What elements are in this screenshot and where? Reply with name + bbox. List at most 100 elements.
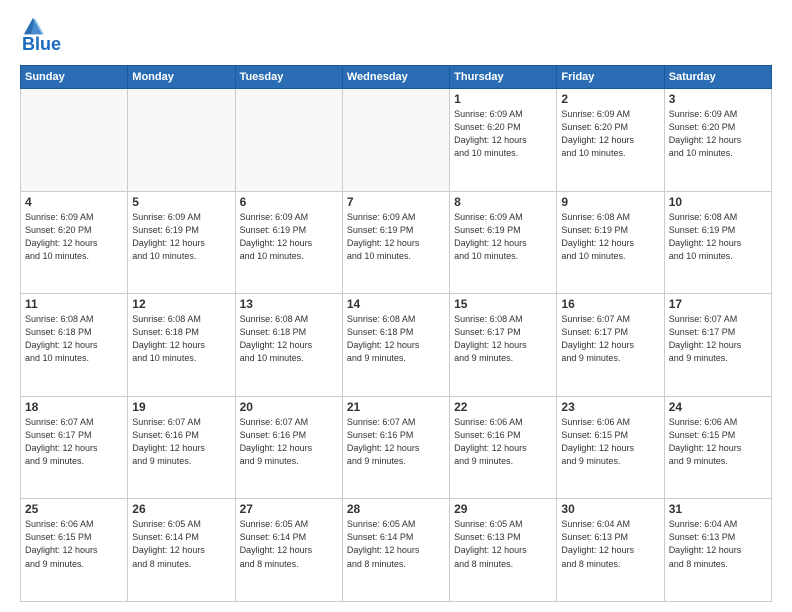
calendar-week: 1 Sunrise: 6:09 AM Sunset: 6:20 PM Daylig… <box>21 89 772 192</box>
calendar-day: 8Sunrise: 6:09 AM Sunset: 6:19 PM Daylig… <box>450 191 557 294</box>
day-info: Sunrise: 6:07 AM Sunset: 6:16 PM Dayligh… <box>132 416 230 468</box>
calendar-day: 16 Sunrise: 6:07 AM Sunset: 6:17 PM Dayli… <box>557 294 664 397</box>
calendar-day: 10 Sunrise: 6:08 AM Sunset: 6:19 PM Dayli… <box>664 191 771 294</box>
calendar-day <box>128 89 235 192</box>
day-number: 3 <box>669 92 767 106</box>
day-info: Sunrise: 6:08 AM Sunset: 6:18 PM Dayligh… <box>240 313 338 365</box>
calendar-day <box>235 89 342 192</box>
calendar-day: 24 Sunrise: 6:06 AM Sunset: 6:15 PM Dayli… <box>664 396 771 499</box>
day-info: Sunrise: 6:09 AM Sunset: 6:20 PM Dayligh… <box>669 108 767 160</box>
logo: Blue <box>20 16 61 55</box>
calendar-day: 21 Sunrise: 6:07 AM Sunset: 6:16 PM Dayli… <box>342 396 449 499</box>
calendar-day: 26Sunrise: 6:05 AM Sunset: 6:14 PM Dayli… <box>128 499 235 602</box>
calendar-day: 17Sunrise: 6:07 AM Sunset: 6:17 PM Dayli… <box>664 294 771 397</box>
day-info: Sunrise: 6:08 AM Sunset: 6:19 PM Dayligh… <box>561 211 659 263</box>
calendar-day: 20Sunrise: 6:07 AM Sunset: 6:16 PM Dayli… <box>235 396 342 499</box>
day-number: 16 <box>561 297 659 311</box>
calendar-day: 23 Sunrise: 6:06 AM Sunset: 6:15 PM Dayli… <box>557 396 664 499</box>
day-info: Sunrise: 6:08 AM Sunset: 6:18 PM Dayligh… <box>132 313 230 365</box>
calendar-day: 2 Sunrise: 6:09 AM Sunset: 6:20 PM Daylig… <box>557 89 664 192</box>
day-number: 5 <box>132 195 230 209</box>
day-info: Sunrise: 6:04 AM Sunset: 6:13 PM Dayligh… <box>669 518 767 570</box>
day-info: Sunrise: 6:09 AM Sunset: 6:19 PM Dayligh… <box>347 211 445 263</box>
day-number: 15 <box>454 297 552 311</box>
weekday-header: Tuesday <box>235 66 342 89</box>
day-info: Sunrise: 6:09 AM Sunset: 6:19 PM Dayligh… <box>240 211 338 263</box>
calendar-day: 30 Sunrise: 6:04 AM Sunset: 6:13 PM Dayli… <box>557 499 664 602</box>
day-info: Sunrise: 6:08 AM Sunset: 6:17 PM Dayligh… <box>454 313 552 365</box>
calendar-day: 13Sunrise: 6:08 AM Sunset: 6:18 PM Dayli… <box>235 294 342 397</box>
calendar-day: 28Sunrise: 6:05 AM Sunset: 6:14 PM Dayli… <box>342 499 449 602</box>
day-info: Sunrise: 6:06 AM Sunset: 6:16 PM Dayligh… <box>454 416 552 468</box>
day-info: Sunrise: 6:09 AM Sunset: 6:19 PM Dayligh… <box>132 211 230 263</box>
weekday-header: Thursday <box>450 66 557 89</box>
day-number: 7 <box>347 195 445 209</box>
day-info: Sunrise: 6:07 AM Sunset: 6:17 PM Dayligh… <box>25 416 123 468</box>
calendar-day: 25Sunrise: 6:06 AM Sunset: 6:15 PM Dayli… <box>21 499 128 602</box>
day-number: 11 <box>25 297 123 311</box>
day-info: Sunrise: 6:06 AM Sunset: 6:15 PM Dayligh… <box>25 518 123 570</box>
calendar-day: 4 Sunrise: 6:09 AM Sunset: 6:20 PM Daylig… <box>21 191 128 294</box>
calendar-day: 7 Sunrise: 6:09 AM Sunset: 6:19 PM Daylig… <box>342 191 449 294</box>
day-number: 9 <box>561 195 659 209</box>
calendar-day: 15 Sunrise: 6:08 AM Sunset: 6:17 PM Dayli… <box>450 294 557 397</box>
logo-blue: Blue <box>22 34 61 55</box>
weekday-header: Wednesday <box>342 66 449 89</box>
day-number: 2 <box>561 92 659 106</box>
calendar-header: SundayMondayTuesdayWednesdayThursdayFrid… <box>21 66 772 89</box>
day-number: 27 <box>240 502 338 516</box>
day-info: Sunrise: 6:09 AM Sunset: 6:20 PM Dayligh… <box>25 211 123 263</box>
day-number: 6 <box>240 195 338 209</box>
calendar-day: 11 Sunrise: 6:08 AM Sunset: 6:18 PM Dayli… <box>21 294 128 397</box>
calendar-day: 12Sunrise: 6:08 AM Sunset: 6:18 PM Dayli… <box>128 294 235 397</box>
day-info: Sunrise: 6:07 AM Sunset: 6:16 PM Dayligh… <box>347 416 445 468</box>
day-info: Sunrise: 6:06 AM Sunset: 6:15 PM Dayligh… <box>561 416 659 468</box>
weekday-header: Friday <box>557 66 664 89</box>
day-number: 4 <box>25 195 123 209</box>
calendar-body: 1 Sunrise: 6:09 AM Sunset: 6:20 PM Daylig… <box>21 89 772 602</box>
day-info: Sunrise: 6:07 AM Sunset: 6:17 PM Dayligh… <box>561 313 659 365</box>
day-info: Sunrise: 6:06 AM Sunset: 6:15 PM Dayligh… <box>669 416 767 468</box>
calendar-day: 29 Sunrise: 6:05 AM Sunset: 6:13 PM Dayli… <box>450 499 557 602</box>
day-number: 30 <box>561 502 659 516</box>
calendar-day: 14Sunrise: 6:08 AM Sunset: 6:18 PM Dayli… <box>342 294 449 397</box>
day-number: 24 <box>669 400 767 414</box>
day-number: 28 <box>347 502 445 516</box>
day-number: 1 <box>454 92 552 106</box>
day-number: 14 <box>347 297 445 311</box>
day-info: Sunrise: 6:08 AM Sunset: 6:18 PM Dayligh… <box>25 313 123 365</box>
calendar-page: Blue SundayMondayTuesdayWednesdayThursda… <box>0 0 792 612</box>
day-info: Sunrise: 6:04 AM Sunset: 6:13 PM Dayligh… <box>561 518 659 570</box>
calendar-day: 6 Sunrise: 6:09 AM Sunset: 6:19 PM Daylig… <box>235 191 342 294</box>
weekday-header: Sunday <box>21 66 128 89</box>
day-number: 22 <box>454 400 552 414</box>
day-number: 10 <box>669 195 767 209</box>
day-number: 29 <box>454 502 552 516</box>
calendar-day: 27Sunrise: 6:05 AM Sunset: 6:14 PM Dayli… <box>235 499 342 602</box>
calendar-day: 18 Sunrise: 6:07 AM Sunset: 6:17 PM Dayli… <box>21 396 128 499</box>
day-number: 20 <box>240 400 338 414</box>
calendar-day: 1 Sunrise: 6:09 AM Sunset: 6:20 PM Daylig… <box>450 89 557 192</box>
calendar-day: 22 Sunrise: 6:06 AM Sunset: 6:16 PM Dayli… <box>450 396 557 499</box>
day-number: 21 <box>347 400 445 414</box>
calendar-day: 19 Sunrise: 6:07 AM Sunset: 6:16 PM Dayli… <box>128 396 235 499</box>
day-number: 23 <box>561 400 659 414</box>
calendar-day: 3 Sunrise: 6:09 AM Sunset: 6:20 PM Daylig… <box>664 89 771 192</box>
day-number: 18 <box>25 400 123 414</box>
day-info: Sunrise: 6:09 AM Sunset: 6:20 PM Dayligh… <box>454 108 552 160</box>
calendar-day <box>21 89 128 192</box>
calendar-day: 9 Sunrise: 6:08 AM Sunset: 6:19 PM Daylig… <box>557 191 664 294</box>
day-info: Sunrise: 6:08 AM Sunset: 6:19 PM Dayligh… <box>669 211 767 263</box>
header: Blue <box>20 16 772 55</box>
day-info: Sunrise: 6:09 AM Sunset: 6:20 PM Dayligh… <box>561 108 659 160</box>
weekday-row: SundayMondayTuesdayWednesdayThursdayFrid… <box>21 66 772 89</box>
day-number: 17 <box>669 297 767 311</box>
day-number: 31 <box>669 502 767 516</box>
weekday-header: Monday <box>128 66 235 89</box>
calendar-week: 18 Sunrise: 6:07 AM Sunset: 6:17 PM Dayli… <box>21 396 772 499</box>
day-info: Sunrise: 6:09 AM Sunset: 6:19 PM Dayligh… <box>454 211 552 263</box>
day-info: Sunrise: 6:05 AM Sunset: 6:13 PM Dayligh… <box>454 518 552 570</box>
day-number: 19 <box>132 400 230 414</box>
day-number: 26 <box>132 502 230 516</box>
calendar-week: 11 Sunrise: 6:08 AM Sunset: 6:18 PM Dayli… <box>21 294 772 397</box>
